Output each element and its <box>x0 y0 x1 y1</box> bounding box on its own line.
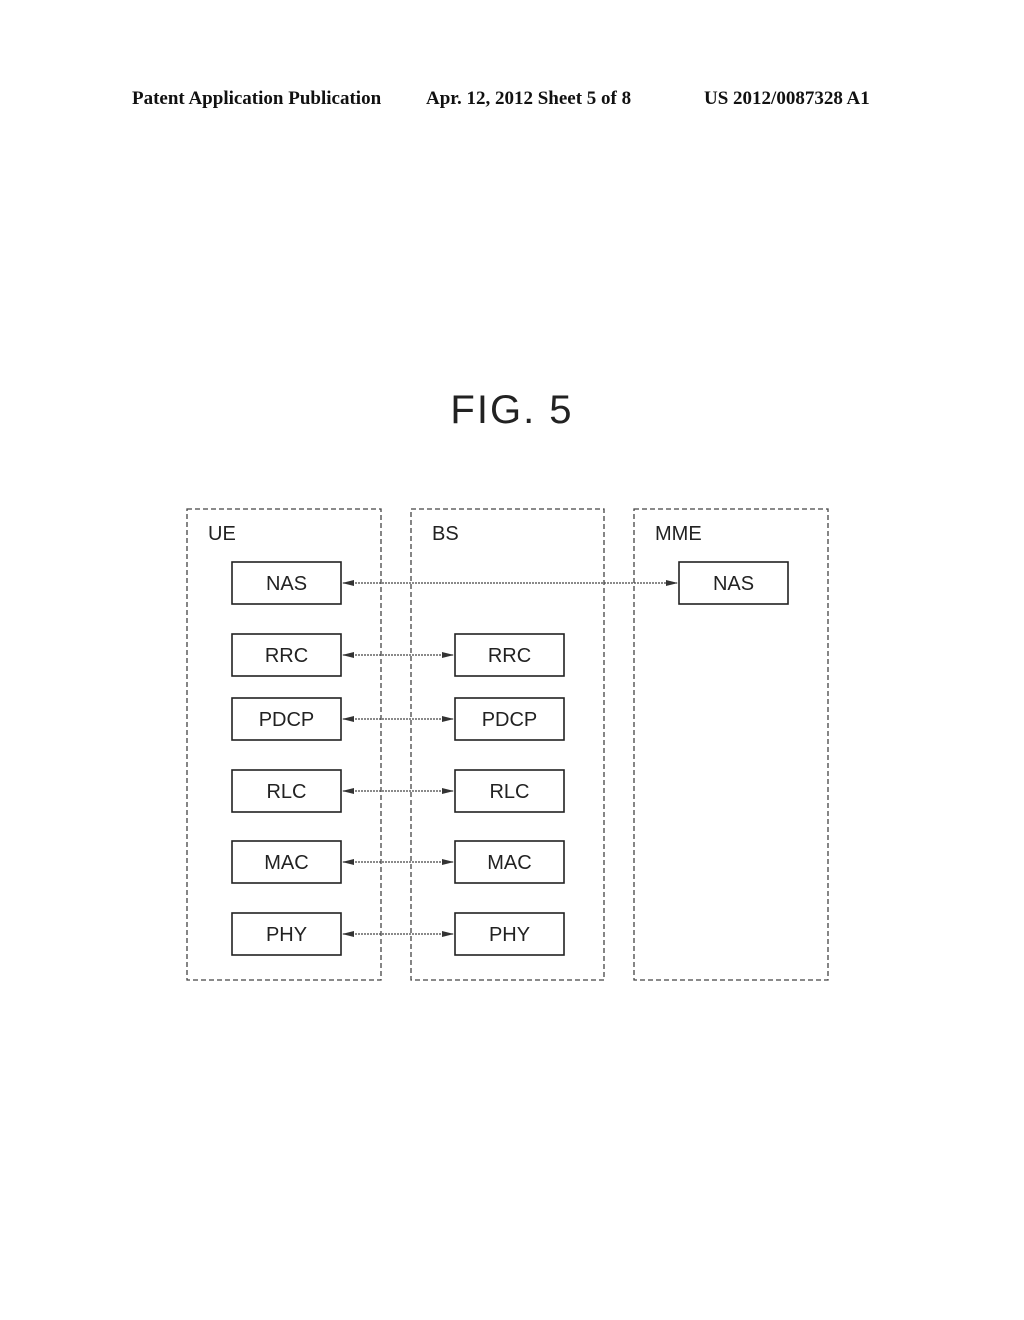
entity-ue-label: UE <box>208 523 236 545</box>
bs-mac-label: MAC <box>487 852 531 874</box>
ue-mac-label: MAC <box>264 852 308 874</box>
ue-rrc-label: RRC <box>265 645 308 667</box>
entity-bs-label: BS <box>432 523 459 545</box>
protocol-stack-diagram: UE NAS RRC PDCP RLC MAC PHY BS RRC PDCP RLC MAC PHY M… <box>186 508 829 981</box>
entity-mme-label: MME <box>655 523 702 545</box>
bs-rlc-label: RLC <box>489 781 529 803</box>
mme-nas-label: NAS <box>713 573 754 595</box>
ue-nas-label: NAS <box>266 573 307 595</box>
bs-phy-label: PHY <box>489 924 530 946</box>
ue-phy-label: PHY <box>266 924 307 946</box>
bs-rrc-label: RRC <box>488 645 531 667</box>
ue-rlc-label: RLC <box>266 781 306 803</box>
bs-pdcp-label: PDCP <box>482 709 538 731</box>
entity-bs-boundary <box>410 508 605 981</box>
ue-pdcp-label: PDCP <box>259 709 315 731</box>
